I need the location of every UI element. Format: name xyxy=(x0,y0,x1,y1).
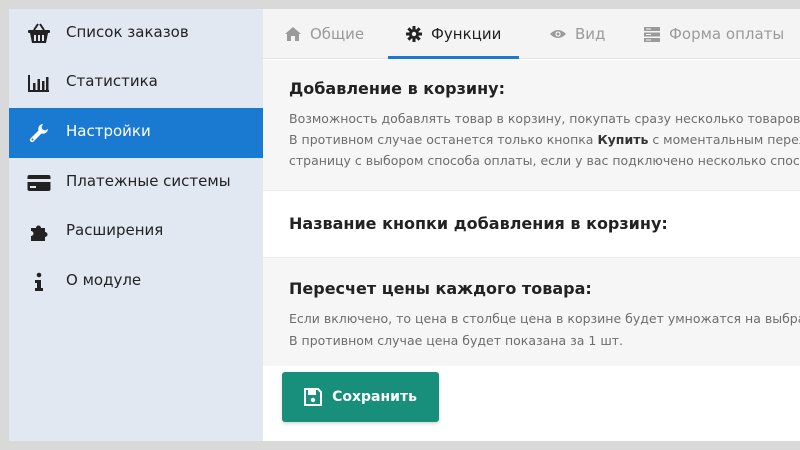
section-title: Пересчет цены каждого товара: xyxy=(289,279,592,298)
basket-icon xyxy=(27,22,51,46)
tab-label: Функции xyxy=(431,25,502,43)
section-title: Название кнопки добавления в корзину: xyxy=(289,214,668,233)
section-title: Добавление в корзину: xyxy=(289,79,505,98)
sidebar-item-extensions[interactable]: Расширения xyxy=(9,207,263,257)
save-button[interactable]: Сохранить xyxy=(282,372,439,422)
server-icon xyxy=(644,26,660,42)
sidebar-item-label: Настройки xyxy=(66,122,151,140)
tab-general[interactable]: Общие xyxy=(285,9,364,59)
tab-payment-form[interactable]: Форма оплаты xyxy=(644,9,784,59)
button-name-section: Название кнопки добавления в корзину: xyxy=(263,191,800,258)
puzzle-icon xyxy=(27,220,51,244)
eye-icon xyxy=(550,26,566,42)
section-description-line: В противном случае цена будет показана з… xyxy=(289,333,624,348)
tab-view[interactable]: Вид xyxy=(550,9,605,59)
sidebar-item-label: Платежные системы xyxy=(66,172,231,190)
tab-functions[interactable]: Функции xyxy=(387,9,520,59)
save-button-label: Сохранить xyxy=(332,389,417,405)
sidebar-item-about[interactable]: О модуле xyxy=(9,257,263,307)
sidebar: Список заказов Статистика Настройки Плат… xyxy=(9,9,263,441)
sidebar-item-orders[interactable]: Список заказов xyxy=(9,9,263,59)
sidebar-item-label: Список заказов xyxy=(66,23,189,41)
section-description-line: В противном случае останется только кноп… xyxy=(289,132,800,147)
sidebar-item-statistics[interactable]: Статистика xyxy=(9,58,263,108)
wrench-icon xyxy=(27,121,51,145)
section-description-line: Возможность добавлять товар в корзину, п… xyxy=(289,111,800,126)
info-icon xyxy=(27,270,51,294)
bar-chart-icon xyxy=(27,71,51,95)
tab-label: Вид xyxy=(575,25,606,43)
add-to-cart-section: Добавление в корзину: Возможность добавл… xyxy=(263,60,800,191)
sidebar-item-settings[interactable]: Настройки xyxy=(9,108,263,158)
section-description-line: Если включено, то цена в столбце цена в … xyxy=(289,311,800,326)
tab-bar: Общие Функции Вид Форма оплаты xyxy=(263,9,800,59)
sidebar-item-label: О модуле xyxy=(66,271,142,289)
buy-button-mention: Купить xyxy=(597,132,649,147)
price-recalc-section: Пересчет цены каждого товара: Если включ… xyxy=(263,258,800,366)
sidebar-item-label: Расширения xyxy=(66,221,164,239)
gear-icon xyxy=(406,26,422,42)
app-frame: Список заказов Статистика Настройки Плат… xyxy=(9,9,800,441)
tab-label: Форма оплаты xyxy=(669,25,785,43)
section-description-line: страницу с выбором способа оплаты, если … xyxy=(289,153,800,168)
settings-panel: Общие Функции Вид Форма оплаты Добавлени… xyxy=(263,9,800,441)
home-icon xyxy=(285,26,301,42)
sidebar-item-payment-systems[interactable]: Платежные системы xyxy=(9,158,263,208)
tab-label: Общие xyxy=(310,25,365,43)
floppy-disk-icon xyxy=(304,388,323,406)
credit-card-icon xyxy=(27,171,51,195)
sidebar-item-label: Статистика xyxy=(66,72,158,90)
